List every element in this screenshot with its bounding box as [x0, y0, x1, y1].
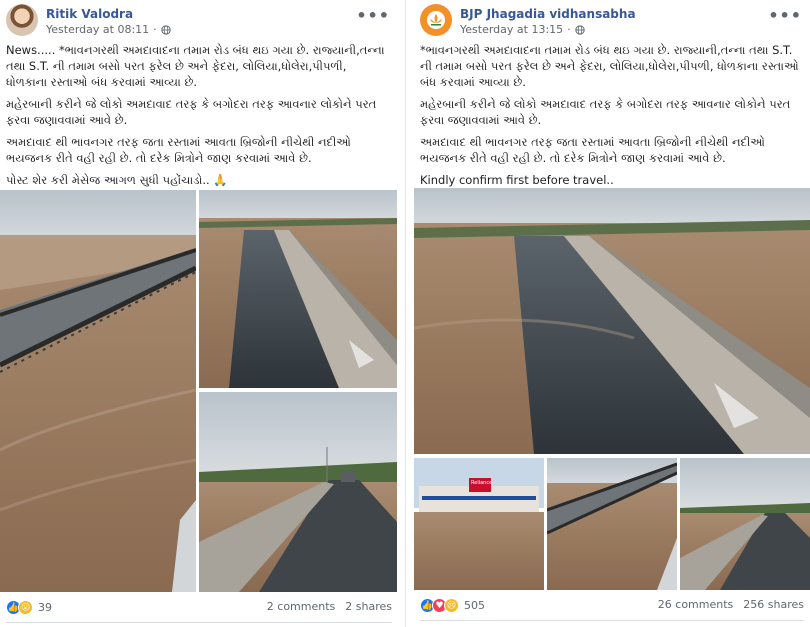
reaction-count: 39: [38, 601, 52, 614]
comments-count[interactable]: 2 comments: [267, 600, 336, 613]
post-ritik-valodra: Ritik Valodra Yesterday at 08:11 · ••• N…: [0, 0, 398, 627]
post-paragraph: અમદાવાદ થી ભાવનગર તરફ જતા રસ્તામાં આવતા …: [420, 135, 765, 165]
avatar[interactable]: [6, 4, 38, 36]
globe-icon: [160, 24, 171, 35]
post-meta: Yesterday at 13:15 ·: [460, 23, 585, 36]
flood-photo-highway[interactable]: [680, 458, 810, 590]
wow-reaction-icon: 😮: [18, 600, 33, 615]
globe-icon: [574, 24, 585, 35]
post-paragraph: Kindly confirm first before travel..: [420, 173, 614, 187]
lotus-logo-icon: [427, 11, 445, 29]
flood-photo-road[interactable]: [199, 190, 397, 388]
flood-photo-road-main[interactable]: [414, 188, 810, 454]
shares-count[interactable]: 2 shares: [345, 600, 392, 613]
shares-count[interactable]: 256 shares: [743, 598, 804, 611]
store-sign: Reliance: [471, 480, 493, 486]
reactions-summary[interactable]: 👍 ♥ 😢 505: [420, 598, 485, 613]
reactions-summary[interactable]: 👍 😮 39: [6, 600, 52, 615]
footer-divider: [6, 622, 392, 623]
post-stats: 26 comments 256 shares: [658, 598, 804, 611]
post-paragraph: પોસ્ટ શેર કરી મેસેજ આગળ સુધી પહોંચાડો.. …: [6, 173, 228, 187]
flood-photo-store[interactable]: Reliance: [414, 458, 544, 590]
reaction-count: 505: [464, 599, 485, 612]
post-paragraph: મહેરબાની કરીને જે લોકો અમદાવાદ તરફ કે બગ…: [6, 97, 377, 127]
post-header: Ritik Valodra Yesterday at 08:11 · •••: [6, 4, 392, 40]
post-paragraph: *ભાવનગરથી અમદાવાદના તમામ રોડ બંધ થઇ ગયા …: [420, 43, 799, 89]
post-stats: 2 comments 2 shares: [267, 600, 392, 613]
post-text: News..... *ભાવનગરથી અમદાવાદના તમામ રોડ બ…: [6, 42, 390, 194]
flood-photo-highway[interactable]: [199, 392, 397, 592]
more-options-icon[interactable]: •••: [356, 6, 390, 25]
post-bjp-jhagadia: BJP Jhagadia vidhansabha Yesterday at 13…: [414, 0, 810, 627]
post-time[interactable]: Yesterday at 08:11: [46, 23, 149, 36]
avatar[interactable]: [420, 4, 452, 36]
post-text: *ભાવનગરથી અમદાવાદના તમામ રોડ બંધ થઇ ગયા …: [420, 42, 802, 194]
feed-divider: [405, 0, 406, 627]
post-paragraph: News..... *ભાવનગરથી અમદાવાદના તમામ રોડ બ…: [6, 43, 385, 89]
sad-reaction-icon: 😢: [444, 598, 459, 613]
post-footer: 👍 ♥ 😢 505 26 comments 256 shares: [420, 598, 804, 618]
post-meta: Yesterday at 08:11 ·: [46, 23, 171, 36]
footer-divider: [420, 620, 804, 621]
post-paragraph: મહેરબાની કરીને જે લોકો અમદાવાદ તરફ કે બગ…: [420, 97, 791, 127]
post-footer: 👍 😮 39 2 comments 2 shares: [6, 600, 392, 620]
post-paragraph: અમદાવાદ થી ભાવનગર તરફ જતા રસ્તામાં આવતા …: [6, 135, 351, 165]
post-time[interactable]: Yesterday at 13:15: [460, 23, 563, 36]
author-name[interactable]: Ritik Valodra: [46, 7, 133, 21]
flood-photo-bridge[interactable]: [0, 190, 196, 592]
post-header: BJP Jhagadia vidhansabha Yesterday at 13…: [420, 4, 804, 40]
author-name[interactable]: BJP Jhagadia vidhansabha: [460, 7, 636, 21]
more-options-icon[interactable]: •••: [768, 6, 802, 25]
flood-photo-bridge[interactable]: [547, 458, 677, 590]
comments-count[interactable]: 26 comments: [658, 598, 734, 611]
